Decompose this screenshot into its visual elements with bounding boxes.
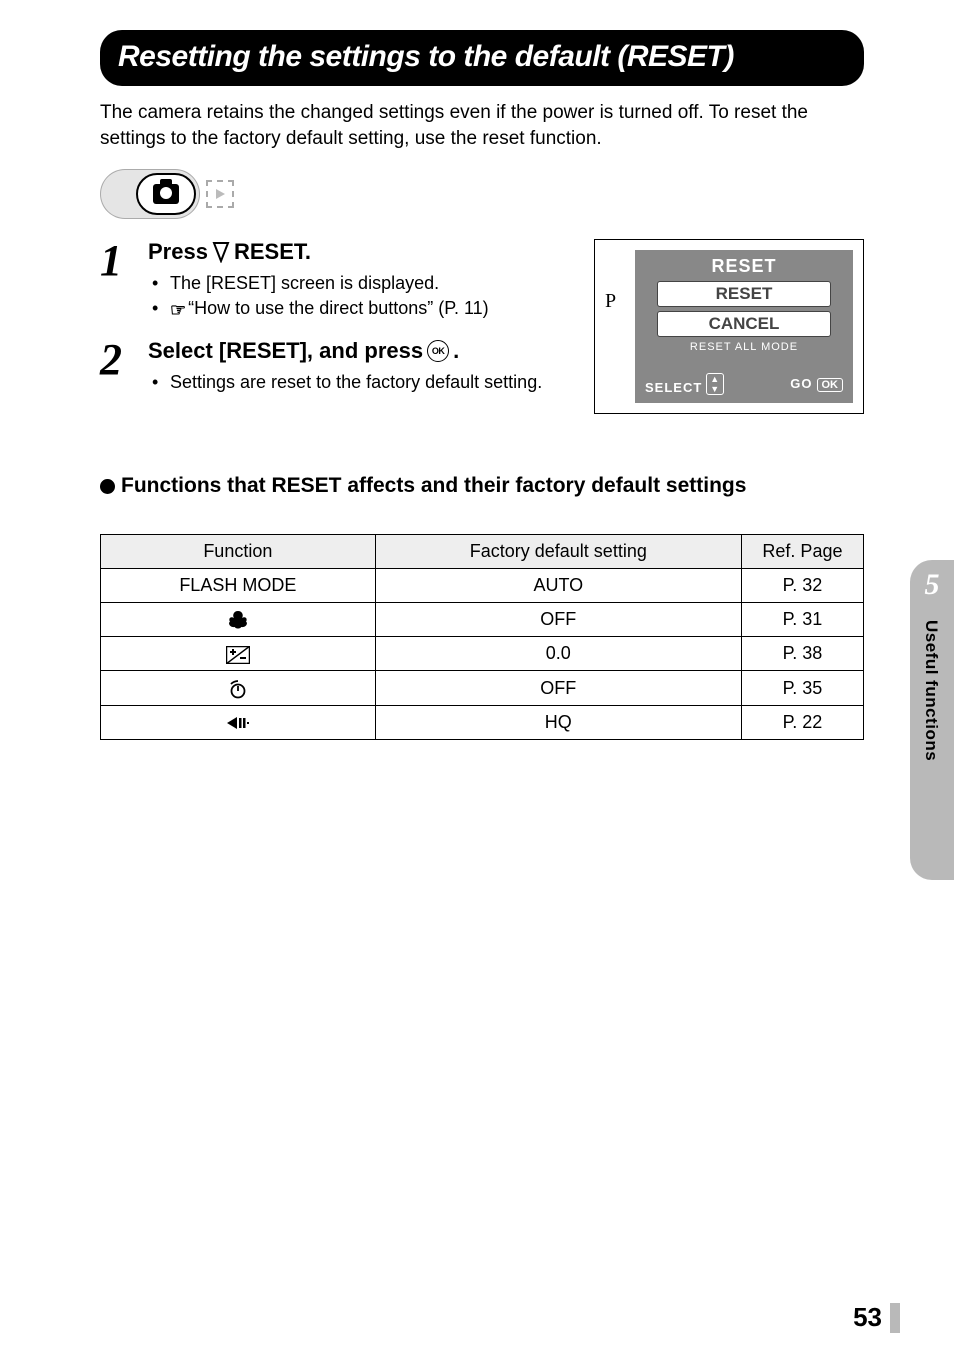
- fn-macro: [101, 603, 376, 637]
- th-function: Function: [101, 535, 376, 569]
- cancel-option: CANCEL: [657, 311, 831, 337]
- default-value: OFF: [375, 671, 741, 705]
- switch-knob: [136, 173, 196, 215]
- page-title-bar: Resetting the settings to the default (R…: [100, 30, 864, 86]
- table-row: FLASH MODE AUTO P. 32: [101, 569, 864, 603]
- step-number: 1: [100, 239, 148, 320]
- chapter-label: Useful functions: [921, 620, 941, 761]
- intro-text: The camera retains the changed settings …: [100, 100, 864, 151]
- playback-icon: [206, 180, 234, 208]
- reset-option: RESET: [657, 281, 831, 307]
- step-2-title-pre: Select [RESET], and press: [148, 338, 423, 364]
- bullet-icon: [100, 479, 115, 494]
- switch-body: [100, 169, 200, 219]
- camera-icon: [153, 184, 179, 204]
- table-row: HQ P. 22: [101, 705, 864, 739]
- mode-switch-illustration: [100, 169, 234, 219]
- table-row: OFF P. 35: [101, 671, 864, 705]
- reset-panel: RESET RESET CANCEL RESET ALL MODE SELECT…: [635, 250, 853, 403]
- exposure-comp-icon: [226, 646, 250, 664]
- select-label: SELECT: [645, 380, 702, 395]
- fn-flash-mode: FLASH MODE: [101, 569, 376, 603]
- fn-self-timer: [101, 671, 376, 705]
- self-timer-icon: [228, 679, 248, 699]
- reset-table: Function Factory default setting Ref. Pa…: [100, 534, 864, 740]
- table-row: OFF P. 31: [101, 603, 864, 637]
- image-quality-icon: [225, 715, 251, 731]
- default-value: 0.0: [375, 637, 741, 671]
- mode-indicator: P: [605, 250, 635, 403]
- go-label: GO: [790, 376, 812, 391]
- fn-image-quality: [101, 705, 376, 739]
- panel-title: RESET: [643, 256, 845, 277]
- steps-container: 1 Press RESET. The [RESET] screen is dis…: [100, 239, 864, 394]
- down-arrow-icon: [212, 241, 230, 263]
- macro-icon: [227, 610, 249, 630]
- ok-button-icon: OK: [427, 340, 449, 362]
- step-1-bullet-2-text: “How to use the direct buttons” (P. 11): [188, 298, 488, 318]
- step-1-title-post: RESET.: [234, 239, 311, 265]
- page-number: 53: [853, 1302, 882, 1333]
- table-header-row: Function Factory default setting Ref. Pa…: [101, 535, 864, 569]
- page-mark: [890, 1303, 900, 1333]
- step-1-title-pre: Press: [148, 239, 208, 265]
- section-heading-text: Functions that RESET affects and their f…: [121, 474, 746, 498]
- ref-page: P. 35: [741, 671, 863, 705]
- panel-subtitle: RESET ALL MODE: [643, 341, 845, 353]
- default-value: OFF: [375, 603, 741, 637]
- ref-page: P. 32: [741, 569, 863, 603]
- updown-icon: ▲▼: [706, 373, 724, 395]
- section-heading: Functions that RESET affects and their f…: [100, 474, 864, 498]
- th-default: Factory default setting: [375, 535, 741, 569]
- default-value: AUTO: [375, 569, 741, 603]
- panel-footer: SELECT ▲▼ GO OK: [643, 373, 845, 395]
- ref-page: P. 31: [741, 603, 863, 637]
- default-value: HQ: [375, 705, 741, 739]
- chapter-tab: 5 Useful functions: [910, 560, 954, 880]
- lcd-screen-illustration: P RESET RESET CANCEL RESET ALL MODE SELE…: [594, 239, 864, 414]
- pointer-icon: ☞: [170, 298, 186, 322]
- ok-box-icon: OK: [817, 378, 844, 392]
- step-2-title-post: .: [453, 338, 459, 364]
- table-row: 0.0 P. 38: [101, 637, 864, 671]
- th-ref: Ref. Page: [741, 535, 863, 569]
- page-title: Resetting the settings to the default (R…: [118, 40, 846, 74]
- fn-exposure-comp: [101, 637, 376, 671]
- step-number: 2: [100, 338, 148, 394]
- ref-page: P. 38: [741, 637, 863, 671]
- chapter-number: 5: [910, 560, 954, 602]
- ref-page: P. 22: [741, 705, 863, 739]
